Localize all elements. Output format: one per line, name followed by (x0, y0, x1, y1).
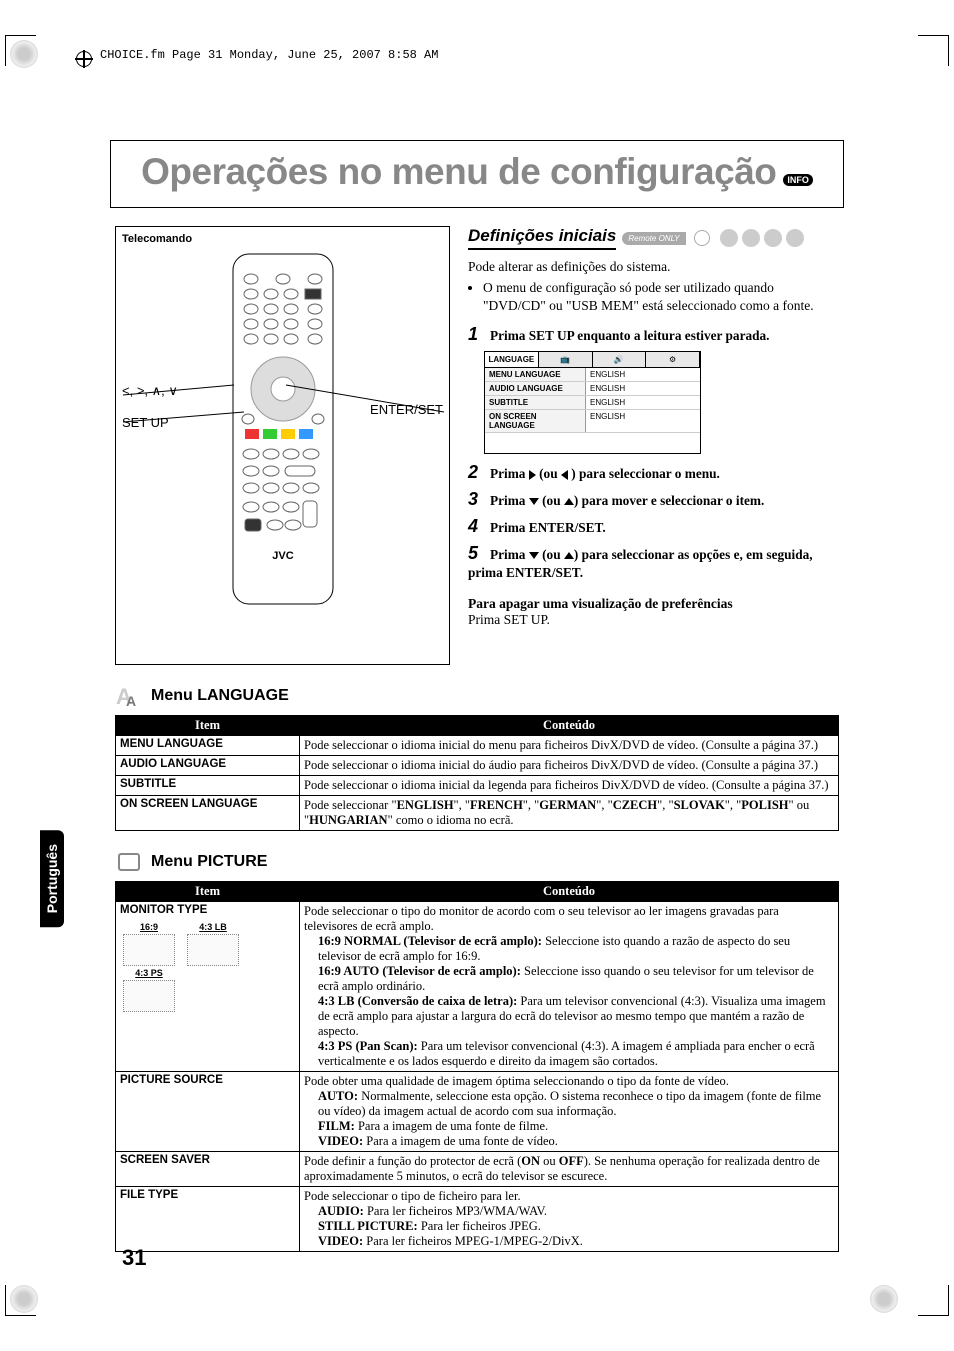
step-number: 1 (468, 324, 482, 345)
step-text: Prima (ou ) para seleccionar as opções e… (468, 547, 813, 580)
erase-body: Prima SET UP. (468, 612, 550, 627)
row-item: MENU LANGUAGE (116, 736, 300, 756)
row-content: Pode seleccionar o tipo do monitor de ac… (300, 902, 839, 1072)
row-content: Pode seleccionar o idioma inicial do men… (300, 736, 839, 756)
row-item: SCREEN SAVER (116, 1152, 300, 1187)
remote-callout-arrows: <, >, ∧, ∨ (122, 383, 178, 399)
row-content: Pode seleccionar o tipo de ficheiro para… (300, 1187, 839, 1252)
info-badge-icon: INFO (783, 174, 813, 186)
setup-tab-icon: ⚙ (646, 352, 700, 367)
remote-diagram: Telecomando (115, 226, 450, 665)
print-registration-icon (10, 1285, 38, 1313)
row-item: PICTURE SOURCE (116, 1072, 300, 1152)
erase-title: Para apagar uma visualização de preferên… (468, 596, 733, 611)
step-number: 4 (468, 516, 482, 537)
page-number: 31 (122, 1245, 146, 1271)
setup-tab-icon: 📺 (539, 352, 593, 367)
picture-icon (115, 849, 143, 875)
step-text: Prima (ou ) para seleccionar o menu. (490, 466, 720, 481)
row-item: FILE TYPE (116, 1187, 300, 1252)
setup-tab-language: LANGUAGE (485, 352, 539, 367)
row-content: Pode seleccionar o idioma inicial do áud… (300, 756, 839, 776)
callout-lines (116, 227, 451, 652)
print-registration-icon (870, 1285, 898, 1313)
step-number: 5 (468, 543, 482, 564)
row-content: Pode seleccionar "ENGLISH", "FRENCH", "G… (300, 796, 839, 831)
step-text: Prima SET UP enquanto a leitura estiver … (490, 328, 770, 343)
language-side-tab: Português (40, 830, 64, 927)
document-meta: CHOICE.fm Page 31 Monday, June 25, 2007 … (100, 48, 438, 62)
intro-bullet: O menu de configuração só pode ser utili… (483, 279, 839, 315)
th-item: Item (116, 716, 300, 736)
crop-mark (918, 35, 949, 66)
setup-tab-icon: 🔊 (593, 352, 647, 367)
section-title-definitions: Definições iniciais (468, 226, 616, 250)
menu-language-heading: Menu LANGUAGE (151, 687, 289, 705)
row-item: ON SCREEN LANGUAGE (116, 796, 300, 831)
remote-callout-setup: SET UP (122, 415, 169, 430)
step-text: Prima (ou ) para mover e seleccionar o i… (490, 493, 764, 508)
menu-picture-heading: Menu PICTURE (151, 853, 267, 871)
row-item: AUDIO LANGUAGE (116, 756, 300, 776)
step-number: 3 (468, 489, 482, 510)
disc-icon (694, 230, 710, 246)
monitor-type-thumbnails: 16:9 4:3 LB 4:3 PS (120, 922, 295, 1014)
th-item: Item (116, 882, 300, 902)
language-icon: AA (115, 683, 143, 709)
row-content: Pode definir a função do protector de ec… (300, 1152, 839, 1187)
remote-only-badge: Remote ONLY (622, 232, 685, 245)
intro-text: Pode alterar as definições do sistema. (468, 258, 839, 276)
language-table: Item Conteúdo MENU LANGUAGEPode seleccio… (115, 715, 839, 831)
page-title: Operações no menu de configuração (141, 151, 776, 192)
th-content: Conteúdo (300, 716, 839, 736)
row-item: MONITOR TYPE 16:9 4:3 LB 4:3 PS (116, 902, 300, 1072)
setup-screen-illustration: LANGUAGE 📺 🔊 ⚙ MENU LANGUAGEENGLISHAUDIO… (484, 351, 701, 454)
row-item: SUBTITLE (116, 776, 300, 796)
th-content: Conteúdo (300, 882, 839, 902)
row-content: Pode seleccionar o idioma inicial da leg… (300, 776, 839, 796)
remote-callout-enter: ENTER/SET (370, 402, 443, 417)
row-content: Pode obter uma qualidade de imagem óptim… (300, 1072, 839, 1152)
step-number: 2 (468, 462, 482, 483)
media-dots-icon (716, 229, 804, 247)
page-title-banner: Operações no menu de configuração INFO (110, 140, 844, 208)
svg-text:A: A (126, 693, 136, 708)
crop-mark (918, 1285, 949, 1316)
picture-table: Item Conteúdo MONITOR TYPE 16:9 4:3 LB 4… (115, 881, 839, 1252)
step-text: Prima ENTER/SET. (490, 520, 606, 535)
print-registration-icon (10, 40, 38, 68)
